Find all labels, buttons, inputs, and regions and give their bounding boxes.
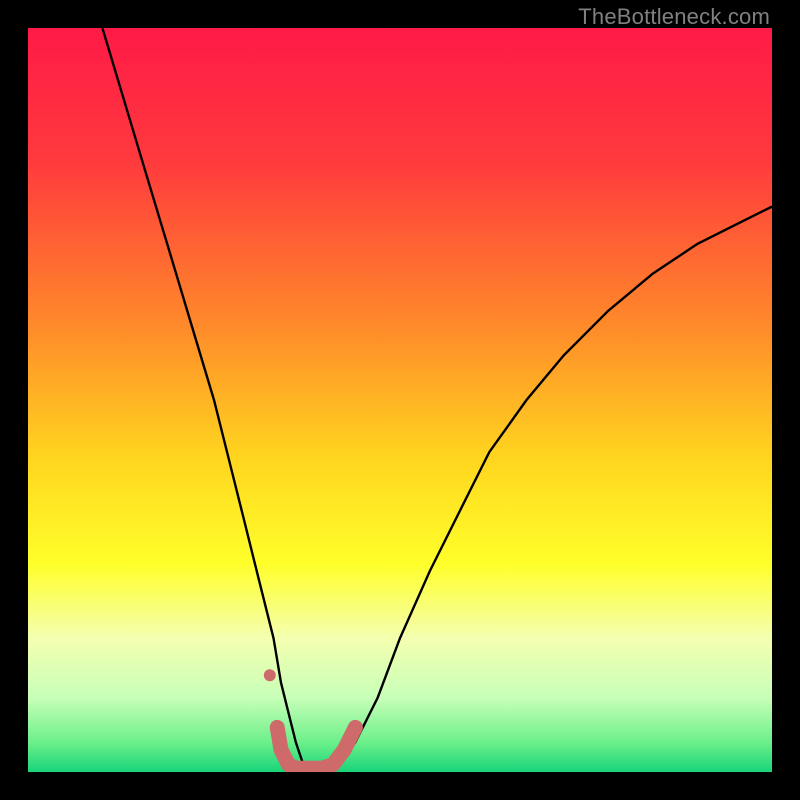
bottleneck-chart xyxy=(28,28,772,772)
watermark-text: TheBottleneck.com xyxy=(578,4,770,30)
marker-dot xyxy=(264,669,276,681)
chart-frame xyxy=(28,28,772,772)
gradient-background xyxy=(28,28,772,772)
